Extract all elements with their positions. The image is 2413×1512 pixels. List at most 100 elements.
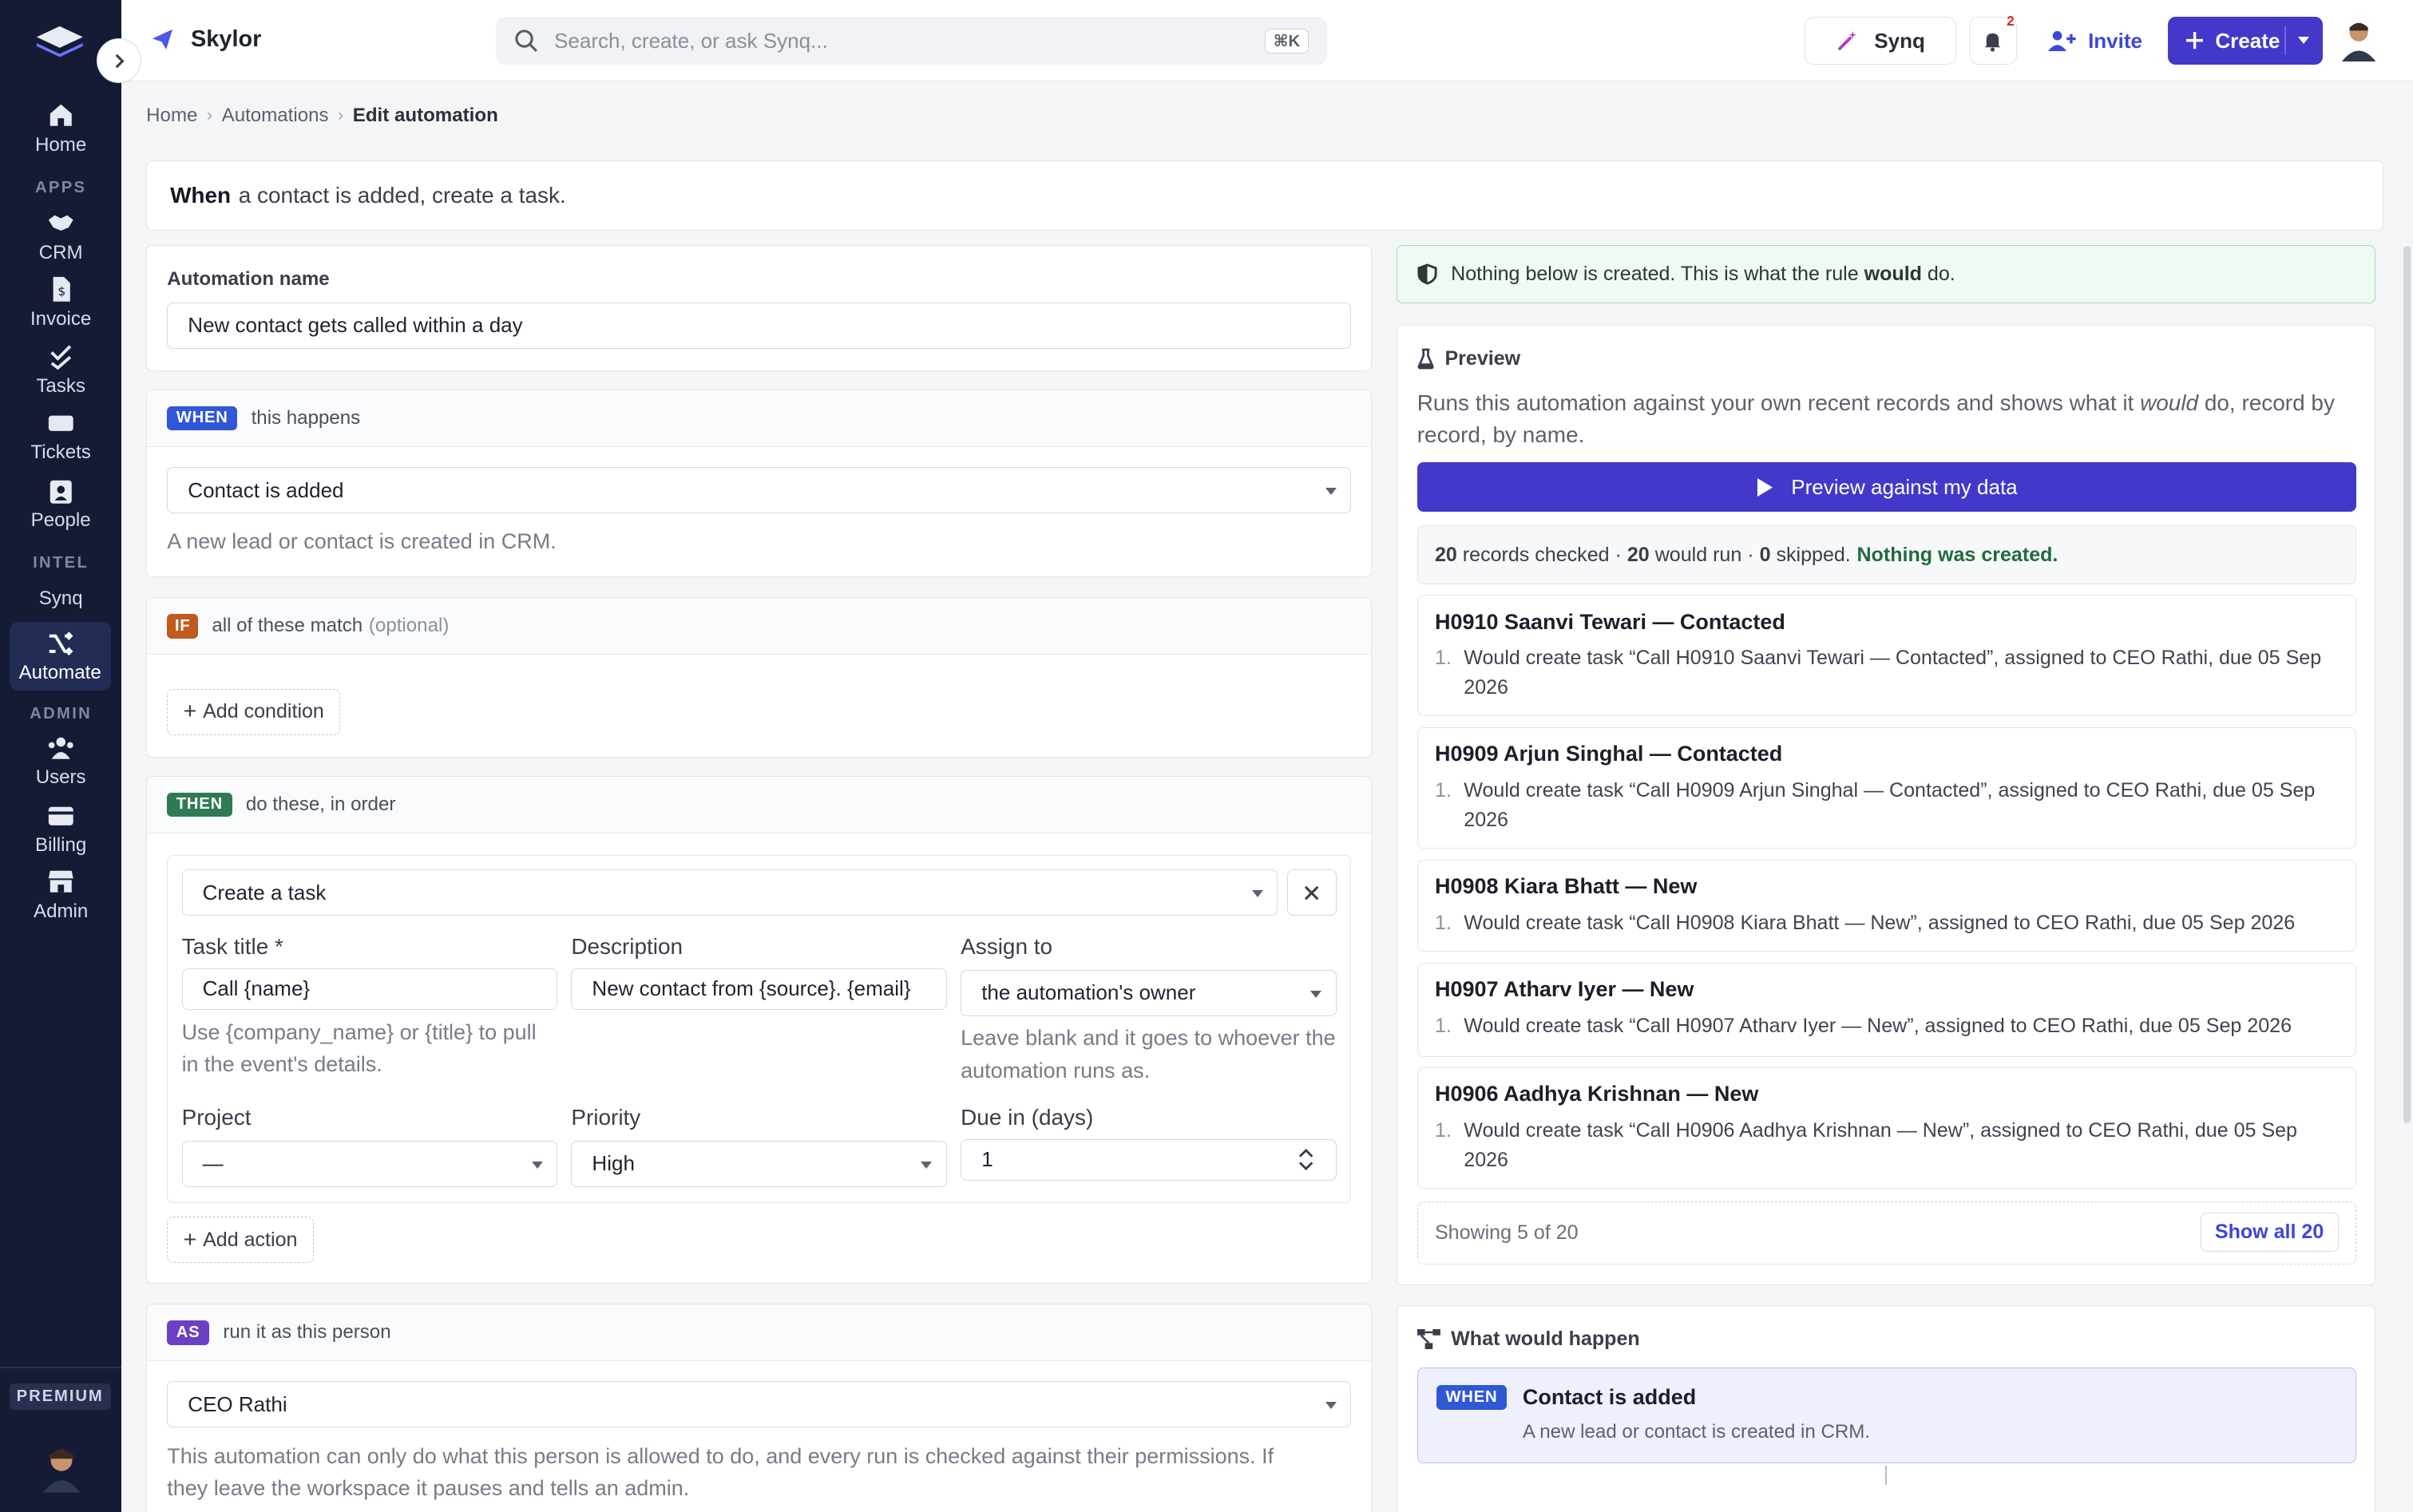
avatar[interactable] (40, 1443, 83, 1494)
close-icon (1304, 885, 1319, 900)
rail-item-crm[interactable]: CRM (0, 208, 121, 263)
add-condition-button[interactable]: + Add condition (167, 688, 341, 735)
rail-item-billing[interactable]: Billing (0, 801, 121, 857)
record-title: H0910 Saanvi Tewari — Contacted (1434, 609, 1785, 634)
checked-count: 20 (1434, 543, 1457, 566)
bell-icon (1985, 33, 2001, 52)
skipped-count: 0 (1759, 543, 1771, 566)
list-item: H0910 Saanvi Tewari — Contacted 1. Would … (1416, 595, 2356, 717)
preview-against-data-button[interactable]: Preview against my data (1416, 462, 2356, 513)
rail-item-synq[interactable]: Synq (0, 588, 121, 610)
project-select[interactable]: — (181, 1140, 557, 1187)
preview-desc-emphasis: would (2140, 390, 2199, 415)
breadcrumb-automations[interactable]: Automations (222, 105, 329, 127)
trigger-value: Contact is added (188, 477, 344, 502)
rail-item-people[interactable]: People (0, 476, 121, 532)
rail-item-tasks[interactable]: Tasks (0, 342, 121, 398)
action-type-value: Create a task (202, 880, 327, 904)
chevron-down-icon[interactable] (2297, 37, 2309, 44)
as-panel-title: run it as this person (223, 1321, 391, 1344)
priority-select[interactable]: High (571, 1140, 947, 1187)
trigger-step-desc: A new lead or contact is created in CRM. (1522, 1420, 1871, 1443)
notification-count: 2 (2007, 13, 2015, 30)
task-title-input[interactable]: Call {name} (181, 968, 557, 1010)
assign-select[interactable]: the automation's owner (961, 969, 1337, 1016)
run-as-select[interactable]: CEO Rathi (167, 1381, 1351, 1428)
stepper-icon[interactable] (1298, 1149, 1313, 1171)
rail-item-invoice[interactable]: $ Invoice (0, 274, 121, 330)
notifications-button[interactable]: 2 (1968, 13, 2017, 65)
trigger-select[interactable]: Contact is added (167, 467, 1351, 513)
priority-label: Priority (571, 1105, 641, 1130)
rail-item-home[interactable]: Home (0, 100, 121, 156)
when-panel: WHEN this happens Contact is added A new… (146, 389, 1372, 577)
search-input[interactable]: Search, create, or ask Synq... ⌘K (495, 17, 1327, 65)
invite-button[interactable]: Invite (2031, 17, 2160, 65)
avatar[interactable] (2340, 18, 2377, 62)
assign-value: the automation's owner (981, 980, 1196, 1005)
then-tag: THEN (167, 792, 232, 817)
rail-item-automate[interactable]: Automate (9, 621, 111, 691)
checked-label: records checked · (1462, 543, 1622, 566)
automation-name-input[interactable]: New contact gets called within a day (167, 302, 1351, 349)
shuffle-icon (49, 631, 73, 655)
rail-item-users[interactable]: Users (0, 733, 121, 789)
list-number: 1. (1434, 647, 1452, 670)
if-panel-title: all of these match (212, 615, 363, 637)
add-action-button[interactable]: + Add action (167, 1217, 314, 1263)
preview-panel: Preview Runs this automation against you… (1396, 324, 2375, 1285)
run-as-help: This automation can only do what this pe… (167, 1443, 1274, 1501)
action-type-select[interactable]: Create a task (181, 869, 1278, 916)
scrollbar[interactable] (2403, 246, 2411, 1124)
chevron-down-icon (1325, 1402, 1337, 1409)
project-label: Project (181, 1105, 252, 1130)
magic-wand-icon (1837, 30, 1857, 51)
notice-text: Nothing below is created. This is what t… (1451, 262, 1859, 285)
rail-item-admin[interactable]: Admin (0, 866, 121, 922)
preview-button-label: Preview against my data (1791, 474, 2018, 499)
skipped-label: skipped. (1776, 543, 1851, 566)
shortcut-badge: ⌘K (1265, 28, 1309, 53)
task-title-help: Use {company_name} or {title} to pull in… (181, 1019, 537, 1076)
description-input[interactable]: New contact from {source}. {email} (571, 968, 947, 1010)
automation-summary: When a contact is added, create a task. (146, 160, 2383, 232)
brand[interactable]: Skylor (149, 26, 261, 53)
chevron-down-icon (921, 1161, 933, 1169)
notice-end: do. (1927, 262, 1955, 285)
logo-icon[interactable] (34, 23, 86, 60)
record-title: H0909 Arjun Singhal — Contacted (1434, 742, 1783, 766)
list-item: H0907 Atharv Iyer — New 1. Would create t… (1416, 962, 2356, 1057)
flow-connector (1884, 1466, 1887, 1485)
preview-title: Preview (1444, 346, 1521, 370)
rail-item-tickets[interactable]: Tickets (0, 408, 121, 464)
trigger-step-card: WHEN Contact is added A new lead or cont… (1416, 1368, 2356, 1463)
remove-action-button[interactable] (1286, 869, 1337, 916)
chevron-down-icon (1310, 990, 1322, 998)
run-as-value: CEO Rathi (188, 1391, 287, 1416)
list-number: 1. (1434, 1014, 1452, 1037)
optional-label: (optional) (368, 615, 450, 637)
synq-button[interactable]: Synq (1804, 17, 1957, 65)
search-icon (515, 30, 537, 52)
as-panel-header: AS run it as this person (147, 1304, 1371, 1362)
rail-item-label: Home (35, 133, 87, 156)
list-item: H0906 Aadhya Krishnan — New 1. Would crea… (1416, 1067, 2356, 1189)
rail-section-apps: APPS (34, 178, 87, 196)
show-all-button[interactable]: Show all 20 (2200, 1213, 2339, 1252)
rail-item-label: CRM (38, 241, 83, 263)
project-value: — (202, 1151, 224, 1176)
create-button[interactable]: Create (2167, 17, 2324, 65)
assign-label: Assign to (961, 934, 1053, 960)
due-stepper[interactable]: 1 (961, 1138, 1337, 1181)
run-label: would run · (1654, 543, 1754, 566)
breadcrumb-home[interactable]: Home (146, 105, 197, 127)
what-would-happen-panel: What would happen WHEN Contact is added … (1396, 1304, 2375, 1512)
chevron-right-icon: › (207, 106, 213, 125)
summary-when: When (170, 182, 232, 208)
rail-item-label: People (30, 509, 91, 532)
if-panel-header: IF all of these match (optional) (147, 598, 1371, 655)
users-icon (48, 737, 73, 759)
rail-item-label: Admin (34, 900, 89, 922)
rail-item-label: Synq (38, 588, 83, 610)
record-line: Would create task “Call H0909 Arjun Sing… (1464, 778, 2316, 831)
